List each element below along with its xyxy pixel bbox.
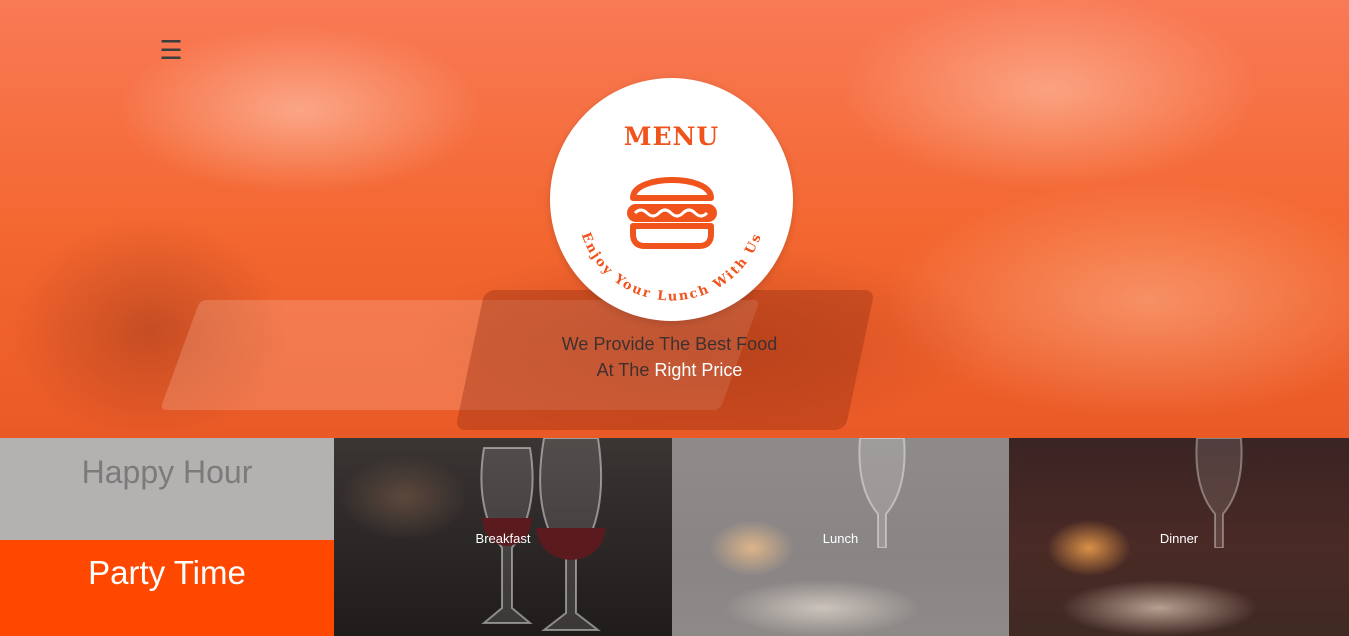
menu-logo: Enjoy Your Lunch With Us MENU <box>550 78 793 321</box>
tagline-line-2-prefix: At The <box>596 360 655 380</box>
breakfast-label: Breakfast <box>475 531 531 546</box>
dinner-label: Dinner <box>1159 531 1199 546</box>
hero-tagline: We Provide The Best Food At The Right Pr… <box>0 331 1339 383</box>
tagline-line-1: We Provide The Best Food <box>561 334 778 354</box>
dinner-tile[interactable]: Dinner <box>1009 438 1349 636</box>
hamburger-menu-icon[interactable]: ☰ <box>159 36 183 64</box>
burger-icon <box>627 177 717 249</box>
tagline-highlight: Right Price <box>654 360 743 380</box>
logo-title: MENU <box>623 122 720 151</box>
party-time-label: Party Time <box>88 554 246 591</box>
happy-hour-block[interactable]: Happy Hour <box>0 438 334 540</box>
lunch-tile[interactable]: Lunch <box>672 438 1009 636</box>
tagline-line-2: At The Right Price <box>0 357 1339 383</box>
hero-section: ☰ Enjoy Your Lunch With Us MENU We Provi… <box>0 0 1349 438</box>
happy-hour-label: Happy Hour <box>81 454 253 490</box>
party-time-block[interactable]: Party Time <box>0 540 334 636</box>
lunch-label: Lunch <box>822 531 859 546</box>
breakfast-tile[interactable]: Breakfast <box>334 438 672 636</box>
